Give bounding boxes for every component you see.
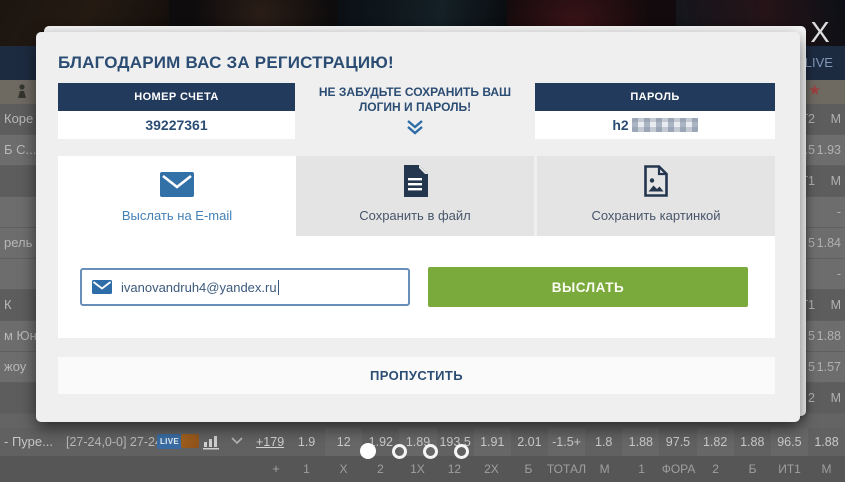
- tab-label: Сохранить в файл: [359, 208, 471, 223]
- envelope-small-icon: [92, 280, 112, 294]
- bg-table-cell: М: [831, 174, 841, 188]
- tab-save-image[interactable]: Сохранить картинкой: [534, 156, 775, 236]
- chevron-down-icon: [231, 437, 243, 445]
- email-tab-panel: ivanovandruh4@yandex.ru ВЫСЛАТЬ: [58, 236, 775, 338]
- tab-label: Сохранить картинкой: [591, 208, 720, 223]
- sport-icon: [14, 83, 30, 99]
- bet-type-label: М: [586, 456, 623, 482]
- bg-table-cell: М: [831, 112, 841, 126]
- bet-type-label: 1X: [399, 456, 436, 482]
- footer-labels: 1X21X122XБТОТАЛМ1ФОРА2БИТ1М: [288, 456, 845, 482]
- carousel-dots: [360, 443, 469, 459]
- bet-type-label: 1: [288, 456, 325, 482]
- file-icon: [402, 165, 428, 197]
- bet-type-label: ФОРА: [660, 456, 697, 482]
- email-input-value: ivanovandruh4@yandex.ru: [121, 280, 277, 295]
- bg-table-cell: 1.84: [817, 236, 841, 250]
- modal-title: БЛАГОДАРИМ ВАС ЗА РЕГИСТРАЦИЮ!: [58, 53, 775, 73]
- skip-button[interactable]: ПРОПУСТИТЬ: [58, 357, 775, 394]
- carousel-dot[interactable]: [454, 444, 469, 459]
- account-number-value: 39227361: [58, 111, 295, 139]
- password-label: ПАРОЛЬ: [535, 83, 775, 111]
- bg-table-cell: Б С...: [4, 142, 36, 157]
- bg-table-cell: -: [837, 267, 841, 281]
- match-score: [27-24,0-0] 27-24: [66, 435, 162, 449]
- save-method-tabs: Выслать на E-mail Сохранить в файл: [58, 156, 775, 236]
- odds-cell: 1.88: [734, 428, 771, 456]
- odds-cell: 12: [325, 428, 362, 456]
- bet-type-label: ИТ1: [771, 456, 808, 482]
- bet-type-label: 1: [623, 456, 660, 482]
- bet-type-label: М: [808, 456, 845, 482]
- double-chevron-down-icon: [406, 119, 424, 135]
- send-button[interactable]: ВЫСЛАТЬ: [428, 267, 748, 307]
- bg-table-cell: жоу: [4, 359, 26, 374]
- password-visible-part: h2: [612, 117, 628, 133]
- odds-cell: 96.5: [771, 428, 808, 456]
- odds-cell: 1.88: [808, 428, 845, 456]
- bet-type-label: X: [325, 456, 362, 482]
- save-credentials-note: НЕ ЗАБУДЬТЕ СОХРАНИТЬ ВАШ ЛОГИН И ПАРОЛЬ…: [295, 83, 535, 139]
- bet-type-label: 12: [436, 456, 473, 482]
- password-blur-mask: [632, 118, 698, 132]
- odds-cell: 2.01: [511, 428, 548, 456]
- odds-cell: 97.5: [659, 428, 696, 456]
- match-name: - Пуре...: [4, 434, 53, 449]
- envelope-icon: [160, 172, 194, 197]
- screen: н LIVE ★ КореТ2МБ С...1.51.93Т1М-рель51.…: [0, 0, 845, 482]
- text-cursor: [278, 280, 279, 295]
- credentials-row: НОМЕР СЧЕТА 39227361 НЕ ЗАБУДЬТЕ СОХРАНИ…: [58, 83, 775, 139]
- carousel-dot[interactable]: [392, 444, 407, 459]
- password-value: h2: [535, 111, 775, 139]
- bg-table-cell: Коре: [4, 111, 33, 126]
- odds-cell: 1.9: [288, 428, 325, 456]
- bg-table-cell: 1.88: [817, 329, 841, 343]
- stats-chart-icon: [203, 434, 219, 450]
- bet-type-label: 2: [697, 456, 734, 482]
- note-line1: НЕ ЗАБУДЬТЕ СОХРАНИТЬ ВАШ: [295, 85, 535, 100]
- bg-table-cell: 5: [808, 236, 815, 250]
- bet-type-label: Б: [734, 456, 771, 482]
- bg-table-cell: 1.93: [817, 143, 841, 157]
- account-number-box: НОМЕР СЧЕТА 39227361: [58, 83, 295, 139]
- account-number-label: НОМЕР СЧЕТА: [58, 83, 295, 111]
- more-bets-link: +179: [256, 435, 284, 449]
- bet-type-label: ТОТАЛ: [547, 456, 586, 482]
- bg-table-cell: 5: [808, 329, 815, 343]
- favorite-star-icon: ★: [808, 82, 821, 100]
- bg-table-cell: рель: [4, 235, 32, 250]
- bg-table-cell: М: [831, 391, 841, 405]
- carousel-dot[interactable]: [360, 443, 376, 459]
- bet-type-label: 2: [362, 456, 399, 482]
- bg-table-cell: -: [837, 205, 841, 219]
- bet-type-label: Б: [510, 456, 547, 482]
- odds-cell: 1.82: [697, 428, 734, 456]
- note-line2: ЛОГИН И ПАРОЛЬ!: [295, 100, 535, 115]
- carousel-dot[interactable]: [423, 444, 438, 459]
- odds-cell: 1.88: [622, 428, 659, 456]
- bet-type-header-row: + 1X21X122XБТОТАЛМ1ФОРА2БИТ1М: [0, 456, 845, 482]
- password-box: ПАРОЛЬ h2: [535, 83, 775, 139]
- odds-cell: -1.5+: [548, 428, 585, 456]
- bg-table-cell: К: [4, 297, 12, 312]
- live-badge: LIVE: [157, 434, 182, 449]
- registration-modal: БЛАГОДАРИМ ВАС ЗА РЕГИСТРАЦИЮ! НОМЕР СЧЕ…: [36, 32, 800, 422]
- email-input[interactable]: ivanovandruh4@yandex.ru: [80, 268, 410, 306]
- bg-table-cell: М: [831, 298, 841, 312]
- bet-type-label: 2X: [473, 456, 510, 482]
- bet-plus-label: +: [262, 461, 290, 476]
- bg-table-cell: 2: [808, 391, 815, 405]
- tab-label: Выслать на E-mail: [122, 208, 232, 223]
- bg-table-cell: 5: [808, 360, 815, 374]
- image-file-icon: [643, 165, 669, 197]
- tab-save-file[interactable]: Сохранить в файл: [296, 156, 534, 236]
- bg-table-cell: 1.57: [817, 360, 841, 374]
- close-icon[interactable]: X: [804, 16, 836, 50]
- odds-cell: 1.91: [474, 428, 511, 456]
- stream-badge-icon: [181, 434, 199, 448]
- odds-cell: 1.8: [585, 428, 622, 456]
- tab-send-email[interactable]: Выслать на E-mail: [58, 156, 296, 236]
